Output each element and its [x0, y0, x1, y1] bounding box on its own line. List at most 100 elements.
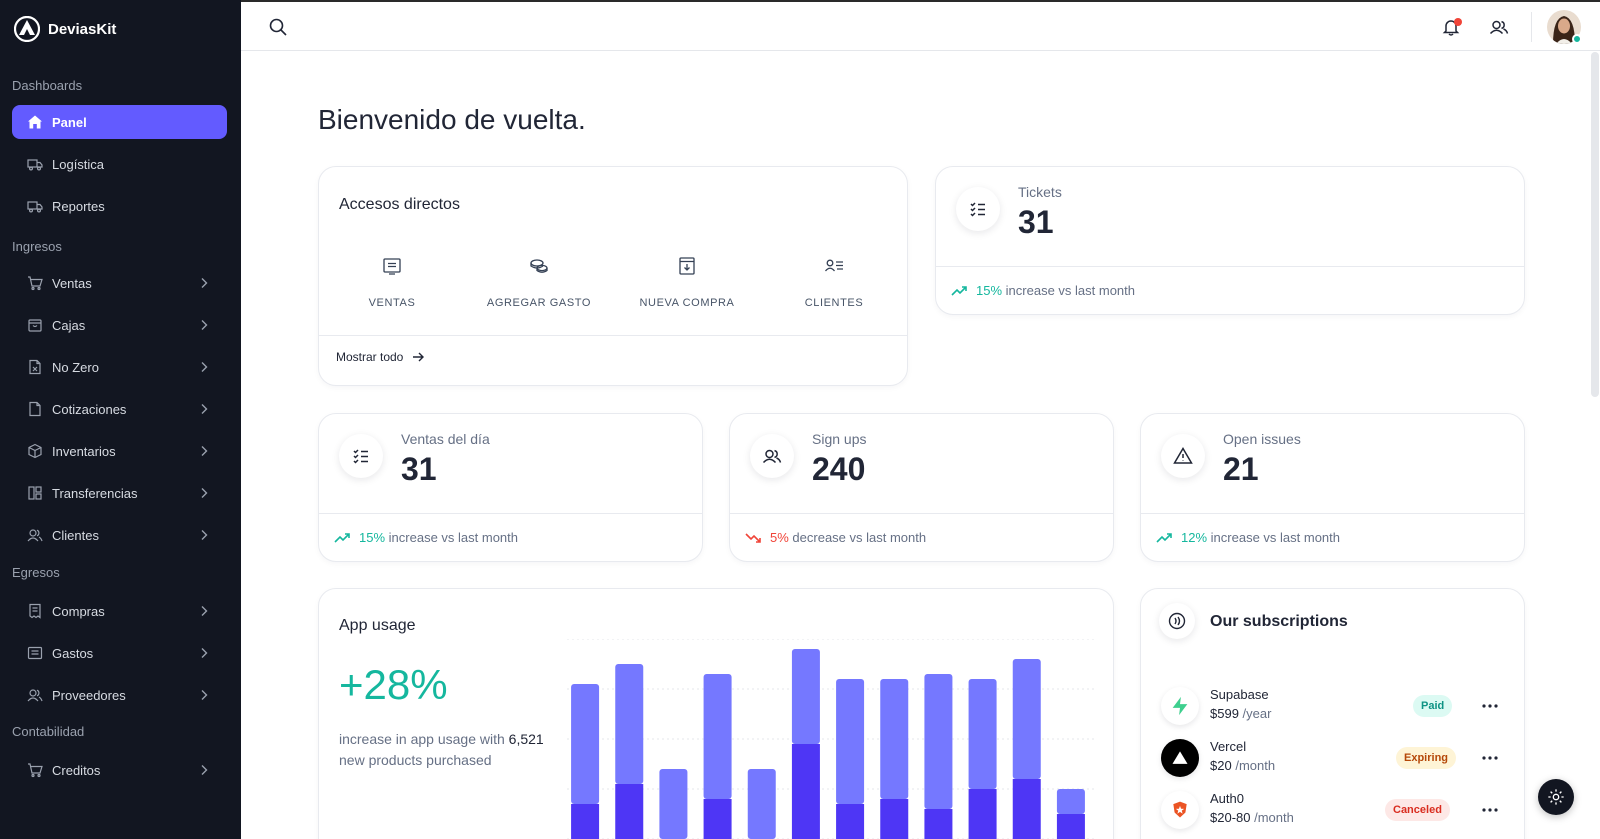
- sidebar-item-creditos[interactable]: Creditos: [12, 753, 227, 787]
- bar-segment[interactable]: [1056, 814, 1085, 839]
- tickets-card: Tickets 31 15% increase vs last month: [935, 166, 1525, 315]
- bar-segment[interactable]: [968, 679, 997, 789]
- bar-segment[interactable]: [571, 804, 600, 839]
- vercel-logo-icon: [1161, 739, 1199, 777]
- bar-segment[interactable]: [703, 674, 732, 799]
- divider: [1531, 12, 1532, 42]
- shortcuts-footer: Mostrar todo: [319, 335, 907, 385]
- trend-percent: 15%: [359, 530, 386, 545]
- bar-segment[interactable]: [615, 784, 644, 839]
- bar-segment[interactable]: [571, 684, 600, 804]
- chevron-right-icon: [197, 688, 211, 702]
- bar-segment[interactable]: [791, 649, 820, 744]
- bar-segment[interactable]: [924, 674, 953, 809]
- app-usage-chart: [567, 639, 1097, 839]
- arrow-right-icon: [413, 352, 425, 362]
- chevron-right-icon: [197, 486, 211, 500]
- more-options-button[interactable]: [1479, 801, 1501, 819]
- shortcut-ventas[interactable]: VENTAS: [322, 255, 462, 309]
- cart-icon: [26, 762, 43, 779]
- shortcut-label: AGREGAR GASTO: [486, 297, 592, 309]
- sidebar-item-compras[interactable]: Compras: [12, 594, 227, 628]
- sidebar-item-inventarios[interactable]: Inventarios: [12, 434, 227, 468]
- chevron-right-icon: [197, 604, 211, 618]
- bar-segment[interactable]: [659, 769, 688, 839]
- show-all-link[interactable]: Mostrar todo: [336, 350, 425, 364]
- sidebar-item-proveedores[interactable]: Proveedores: [12, 678, 227, 712]
- shortcut-label: NUEVA COMPRA: [639, 297, 735, 309]
- bar-segment[interactable]: [968, 789, 997, 839]
- search-button[interactable]: [262, 11, 294, 43]
- app-usage-title: App usage: [339, 617, 416, 634]
- stat-label: Tickets: [1018, 184, 1062, 200]
- checklist-icon: [956, 187, 1000, 231]
- sidebar-item-gastos[interactable]: Gastos: [12, 636, 227, 670]
- bar-segment[interactable]: [880, 679, 909, 799]
- bar-segment[interactable]: [747, 769, 776, 839]
- stat-trend: 5% decrease vs last month: [730, 513, 1113, 561]
- coins-icon: [528, 255, 550, 277]
- sidebar-item-reportes[interactable]: Reportes: [12, 189, 227, 223]
- page-title: Bienvenido de vuelta.: [318, 104, 586, 135]
- brand[interactable]: DeviasKit: [0, 0, 241, 58]
- online-status-indicator: [1572, 34, 1582, 44]
- sidebar-item-label: Inventarios: [52, 443, 116, 459]
- shortcut-nueva-compra[interactable]: NUEVA COMPRA: [617, 255, 757, 309]
- receipt-icon: [26, 603, 43, 620]
- bar-segment[interactable]: [836, 679, 865, 804]
- truck-icon: [26, 198, 43, 215]
- sidebar-item-label: Panel: [52, 114, 87, 130]
- sidebar-item-no-zero[interactable]: No Zero: [12, 350, 227, 384]
- app-usage-card: App usage +28% increase in app usage wit…: [318, 588, 1114, 839]
- bar-segment[interactable]: [924, 809, 953, 839]
- section-title-egresos: Egresos: [12, 565, 60, 580]
- more-options-button[interactable]: [1479, 749, 1501, 767]
- shortcut-label: VENTAS: [368, 297, 416, 309]
- bar-segment[interactable]: [1012, 659, 1041, 779]
- bar-segment[interactable]: [703, 799, 732, 839]
- sidebar-item-panel[interactable]: Panel: [12, 105, 227, 139]
- notifications-button[interactable]: [1435, 11, 1467, 43]
- trend-text: decrease vs last month: [792, 530, 927, 545]
- users-icon: [1489, 20, 1509, 35]
- archive-box-icon: [26, 317, 43, 334]
- trend-up-icon: [951, 285, 967, 296]
- bar-segment[interactable]: [615, 664, 644, 784]
- subscriptions-title: Our subscriptions: [1210, 613, 1348, 630]
- stat-label: Open issues: [1223, 431, 1301, 447]
- truck-icon: [26, 156, 43, 173]
- house-icon: [26, 114, 43, 131]
- trend-up-icon: [334, 532, 350, 543]
- sidebar-item-cajas[interactable]: Cajas: [12, 308, 227, 342]
- app-usage-percent: +28%: [339, 661, 448, 708]
- scrollbar[interactable]: [1591, 52, 1599, 397]
- users-icon: [750, 434, 794, 478]
- sidebar-item-ventas[interactable]: Ventas: [12, 266, 227, 300]
- status-badge: Paid: [1413, 695, 1453, 717]
- usage-desc-post: new products purchased: [339, 752, 492, 768]
- sidebar-item-transferencias[interactable]: Transferencias: [12, 476, 227, 510]
- bar-segment[interactable]: [1012, 779, 1041, 839]
- stat-trend: 12% increase vs last month: [1141, 513, 1524, 561]
- shortcut-clientes[interactable]: CLIENTES: [764, 255, 904, 309]
- sidebar-item-label: Creditos: [52, 762, 101, 778]
- brand-name: DeviasKit: [48, 20, 117, 38]
- list-box-icon: [26, 645, 43, 662]
- stat-trend: 15% increase vs last month: [319, 513, 702, 561]
- contacts-button[interactable]: [1483, 11, 1515, 43]
- sidebar-item-cotizaciones[interactable]: Cotizaciones: [12, 392, 227, 426]
- bar-segment[interactable]: [880, 799, 909, 839]
- bar-segment[interactable]: [836, 804, 865, 839]
- settings-button[interactable]: [1538, 779, 1574, 815]
- users-icon: [26, 527, 43, 544]
- shortcut-agregar-gasto[interactable]: AGREGAR GASTO: [469, 255, 609, 309]
- sidebar-item-logistica[interactable]: Logística: [12, 147, 227, 181]
- bar-segment[interactable]: [1056, 789, 1085, 814]
- bar-segment[interactable]: [791, 744, 820, 839]
- more-options-button[interactable]: [1479, 697, 1501, 715]
- sidebar-item-clientes[interactable]: Clientes: [12, 518, 227, 552]
- trend-up-icon: [1156, 532, 1172, 543]
- stat-label: Ventas del día: [401, 431, 490, 447]
- trend-text: increase vs last month: [1005, 283, 1135, 298]
- sidebar-item-label: Transferencias: [52, 485, 138, 501]
